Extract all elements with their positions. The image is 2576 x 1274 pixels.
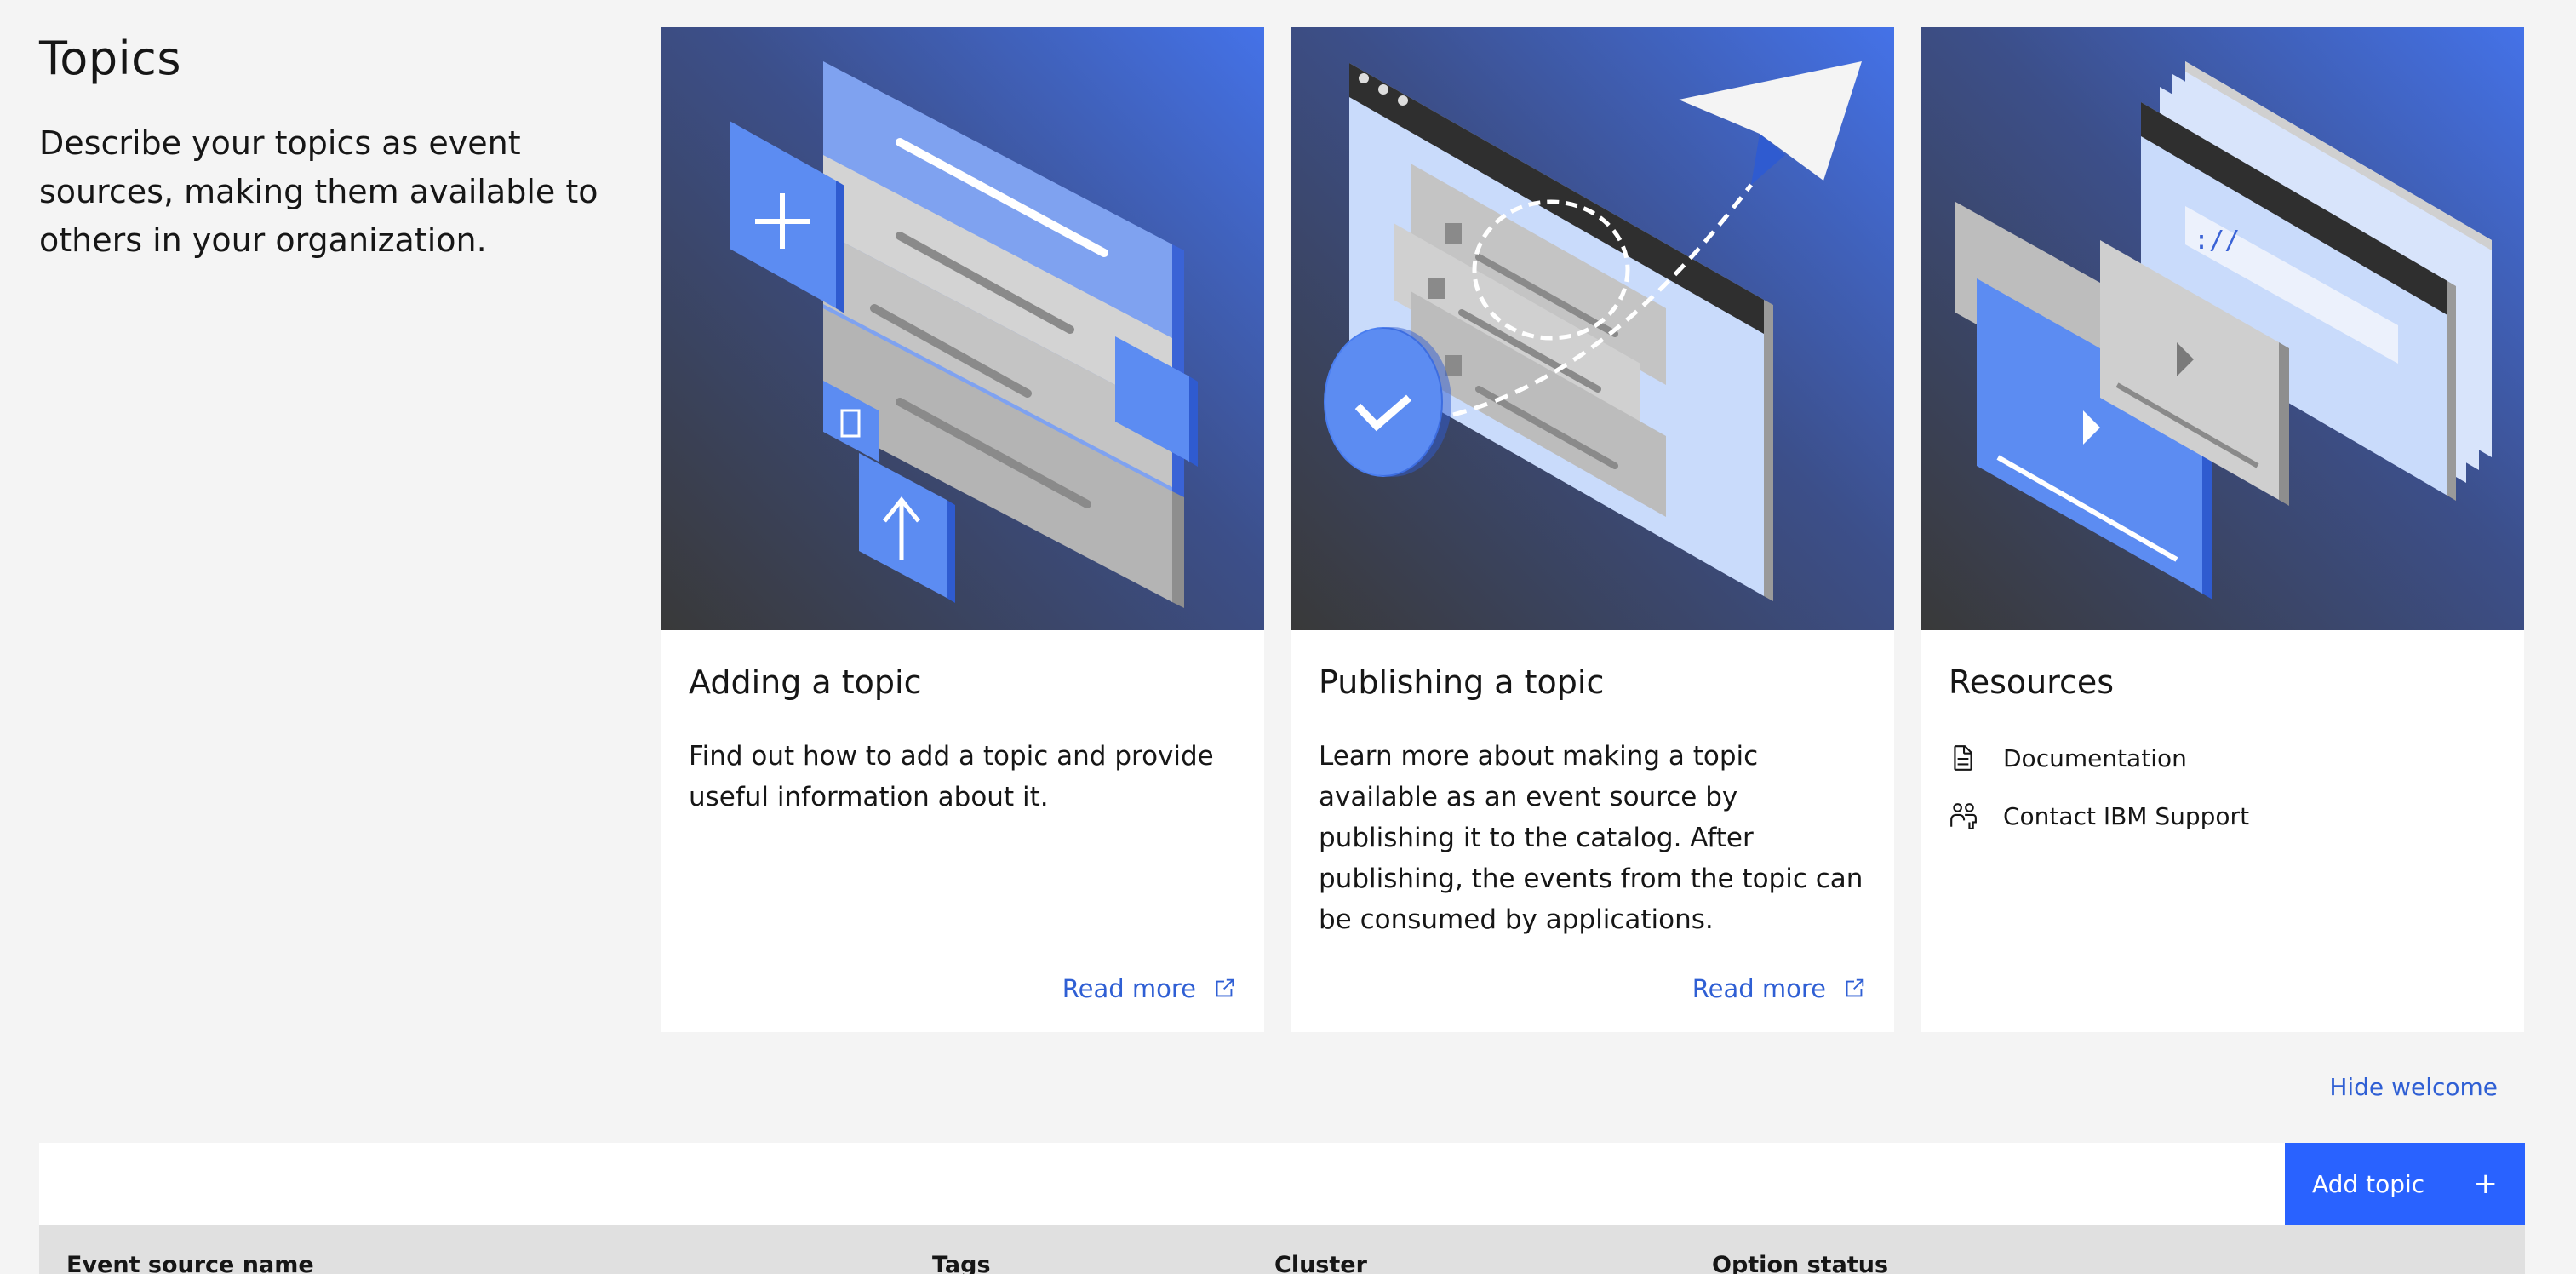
table-header: Event source name Tags Cluster Option st…: [39, 1225, 2525, 1274]
read-more-link[interactable]: Read more: [1692, 974, 1867, 1003]
add-topic-button[interactable]: Add topic +: [2285, 1143, 2525, 1225]
plus-icon: +: [2473, 1167, 2499, 1201]
page-description: Describe your topics as event sources, m…: [39, 124, 598, 259]
resources-illustration: ://: [1921, 27, 2524, 630]
launch-icon: [1216, 978, 1234, 997]
read-more-label: Read more: [1062, 974, 1196, 1003]
card-description: Find out how to add a topic and provide …: [689, 741, 1214, 812]
read-more-label: Read more: [1692, 974, 1826, 1003]
column-header-cluster[interactable]: Cluster: [1274, 1252, 1367, 1274]
card-resources: :// Resources Documentation Contact IBM …: [1921, 27, 2524, 1032]
welcome-intro: Topics Describe your topics as event sou…: [39, 29, 644, 265]
svg-text:://: ://: [2194, 226, 2240, 255]
card-publishing-topic: Publishing a topic Learn more about maki…: [1291, 27, 1894, 1032]
card-title: Resources: [1949, 663, 2115, 701]
resource-documentation[interactable]: Documentation: [1949, 729, 2497, 787]
add-topic-label: Add topic: [2312, 1169, 2425, 1198]
hide-welcome-link[interactable]: Hide welcome: [2329, 1073, 2498, 1101]
card-adding-topic: Adding a topic Find out how to add a top…: [661, 27, 1264, 1032]
table-toolbar: Add topic +: [39, 1143, 2525, 1225]
document-icon: [1954, 745, 1972, 771]
publishing-topic-illustration: [1291, 27, 1894, 630]
support-icon: [1950, 803, 1977, 829]
column-header-event-source-name[interactable]: Event source name: [66, 1252, 314, 1274]
resources-list: Documentation Contact IBM Support: [1949, 729, 2497, 845]
card-description: Learn more about making a topic availabl…: [1319, 741, 1863, 935]
page-title: Topics: [39, 32, 181, 85]
launch-icon: [1846, 978, 1864, 997]
adding-topic-illustration: [661, 27, 1264, 630]
resource-label: Documentation: [2003, 743, 2187, 772]
card-title: Adding a topic: [689, 663, 922, 701]
read-more-link[interactable]: Read more: [1062, 974, 1237, 1003]
card-title: Publishing a topic: [1319, 663, 1605, 701]
resource-contact-support[interactable]: Contact IBM Support: [1949, 787, 2497, 845]
column-header-option-status[interactable]: Option status: [1712, 1252, 1888, 1274]
column-header-tags[interactable]: Tags: [932, 1252, 991, 1274]
resource-label: Contact IBM Support: [2003, 801, 2250, 830]
